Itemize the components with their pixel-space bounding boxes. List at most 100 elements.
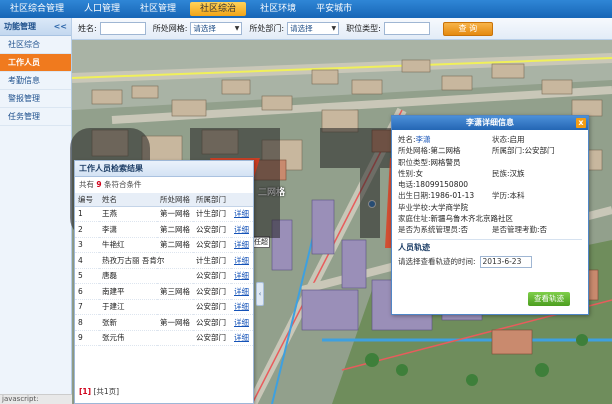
detail-link[interactable]: 详细 [231,283,253,300]
grid-select[interactable]: 请选择 ▼ [190,22,243,35]
row-grid: 第一网格 [157,314,193,331]
row-dept: 计生部门 [193,206,231,222]
name-label: 姓名: [78,24,97,33]
map-grid-label: 二网格 [258,188,286,198]
detail-link[interactable]: 详细 [231,206,253,222]
sidebar-title: 功能管理 [4,22,36,31]
detail-link[interactable]: 详细 [231,221,253,238]
row-name: 于建江 [99,299,157,315]
row-dept: 公安部门 [193,314,231,331]
track-section-title: 人员轨迹 [398,238,582,253]
column-header-name: 姓名 [99,193,157,207]
table-row[interactable]: 2 李潇 第二网格 公安部门 详细 [75,221,253,238]
track-label: 请选择查看轨迹的时间: [398,257,476,267]
table-row[interactable]: 8 张新 第一网格 公安部门 详细 [75,314,253,331]
detail-link[interactable]: 详细 [231,330,253,346]
nav-item-community-management[interactable]: 社区管理 [130,0,186,18]
table-row[interactable]: 6 南建平 第三网格 公安部门 详细 [75,283,253,300]
type-input[interactable] [383,22,430,35]
status-bar: javascript: [0,394,72,404]
results-count: 共有 9 条符合条件 [75,177,253,193]
table-row[interactable]: 7 于建江 公安部门 详细 [75,299,253,315]
table-row[interactable]: 5 唐磊 公安部门 详细 [75,268,253,284]
collapse-icon[interactable]: << [54,22,67,31]
nav-item-safe-city[interactable]: 平安城市 [306,0,362,18]
field-label: 学历: [492,191,510,201]
field-label: 所属部门: [492,146,525,156]
detail-link[interactable]: 详细 [231,314,253,331]
field-value: 否 [460,225,469,235]
row-dept: 公安部门 [193,299,231,315]
detail-link[interactable]: 详细 [231,252,253,269]
sidebar-item-alarms[interactable]: 警报管理 [0,90,71,108]
field-value: 18099150800 [415,180,469,190]
row-id: 1 [75,206,99,222]
field-value-name[interactable]: 李潇 [416,135,431,144]
nav-item-community-overall[interactable]: 社区综合管理 [0,0,74,18]
results-table: 编号 姓名 所处网格 所属部门 1 王燕 第一网格 计生部门 详细 2 李潇 第… [75,193,253,346]
row-id: 6 [75,283,99,300]
detail-row: 毕业学校:大学商学院 [398,202,582,213]
row-grid [157,330,193,346]
field-value: 大学商学院 [430,202,469,212]
row-dept: 公安部门 [193,268,231,284]
field-value: 本科 [509,191,525,201]
detail-row: 职位类型:网格警员 [398,157,582,168]
sidebar-item-tasks[interactable]: 任务管理 [0,108,71,126]
close-icon[interactable]: x [576,118,586,128]
nav-item-community-governance[interactable]: 社区综治 [190,2,247,16]
query-button[interactable]: 查 询 [442,21,493,36]
results-title: 工作人员检索结果 [75,161,253,177]
field-value: 女 [415,168,424,178]
nav-item-community-environment[interactable]: 社区环境 [250,0,306,18]
row-grid: 第一网格 [157,206,193,222]
row-dept: 公安部门 [193,237,231,253]
pager-total: [共1页] [93,387,120,396]
table-row[interactable]: 1 王燕 第一网格 计生部门 详细 [75,206,253,222]
track-date-input[interactable]: 2013-6-23 [479,255,532,268]
table-row[interactable]: 3 牛艳红 第二网格 公安部门 详细 [75,237,253,253]
type-label: 职位类型: [346,24,381,33]
sidebar-item-community-overall[interactable]: 社区综合 [0,36,71,54]
field-label: 毕业学校: [398,202,431,212]
field-value: 启用 [509,135,525,144]
detail-link[interactable]: 详细 [231,268,253,284]
row-name: 张新 [99,314,157,331]
dept-select[interactable]: 请选择 ▼ [287,22,340,35]
row-id: 8 [75,314,99,331]
row-name: 王燕 [99,206,157,222]
map-street-label: 任超 [252,236,270,248]
name-input[interactable] [99,22,146,35]
row-name: 张元伟 [99,330,157,346]
panel-collapse-handle[interactable]: ‹ [256,282,264,306]
chevron-down-icon: ▼ [234,25,240,32]
field-label: 家庭住址: [398,214,431,224]
detail-body: 姓名:李潇 状态:启用 所处网格:第二网格 所属部门:公安部门 职位类型:网格警… [392,130,588,272]
detail-link[interactable]: 详细 [231,237,253,253]
column-header-dept: 所属部门 [193,193,231,207]
row-dept: 公安部门 [193,221,231,238]
sidebar-item-staff[interactable]: 工作人员 [0,54,71,72]
table-row[interactable]: 9 张元伟 公安部门 详细 [75,330,253,346]
view-track-button[interactable]: 查看轨迹 [528,292,570,306]
field-label: 是否管理考勤: [492,225,540,235]
table-row[interactable]: 4 热孜万古丽 吾肯尔 计生部门 详细 [75,252,253,269]
detail-title-bar: 李潇详细信息 x [392,116,588,130]
sidebar-header: 功能管理 << [0,18,71,36]
dept-select-value: 请选择 [290,24,313,33]
nav-item-population[interactable]: 人口管理 [74,0,130,18]
field-label: 民族: [492,168,510,178]
row-id: 9 [75,330,99,346]
detail-row: 所处网格:第二网格 所属部门:公安部门 [398,145,582,156]
map-marker-icon[interactable] [368,200,376,208]
sidebar-item-attendance[interactable]: 考勤信息 [0,72,71,90]
results-count-number: 9 [96,180,102,189]
detail-row: 出生日期:1986-01-13 学历:本科 [398,190,582,201]
field-label: 电话: [398,180,416,190]
pager-current[interactable]: [1] [79,387,91,396]
detail-row: 是否为系统管理员:否 是否管理考勤:否 [398,224,582,235]
detail-link[interactable]: 详细 [231,299,253,315]
results-count-suffix: 条符合条件 [104,180,142,189]
filter-bar: 姓名: 所处网格: 请选择 ▼ 所处部门: 请选择 ▼ 职位类型: 查 询 [72,18,612,40]
row-name: 唐磊 [99,268,157,284]
